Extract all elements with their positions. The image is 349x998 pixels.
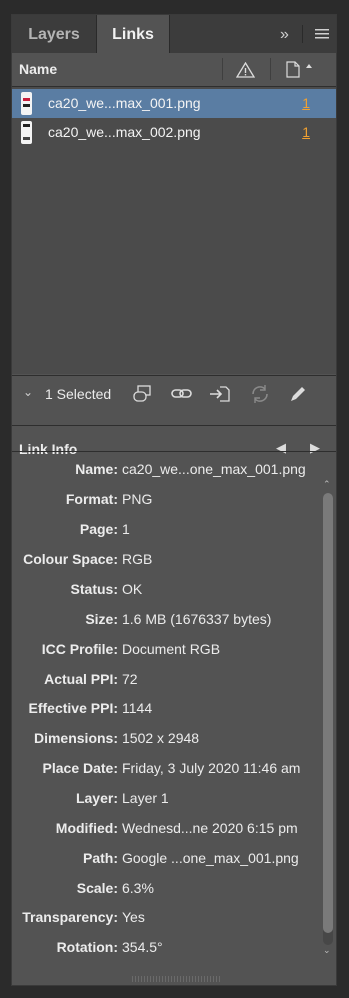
info-row-colour-space: Colour Space: RGB — [12, 551, 322, 571]
info-value: RGB — [122, 551, 153, 567]
update-link-icon[interactable] — [248, 383, 272, 405]
info-row-size: Size: 1.6 MB (1676337 bytes) — [12, 611, 322, 631]
info-value: Friday, 3 July 2020 11:46 am — [122, 760, 301, 776]
info-row-actual-ppi: Actual PPI: 72 — [12, 671, 322, 691]
info-value: Document RGB — [122, 641, 221, 657]
info-row-name: Name: ca20_we...one_max_001.png — [12, 461, 322, 481]
info-value[interactable]: Google ...one_max_001.png — [122, 850, 299, 866]
edit-original-icon[interactable] — [286, 383, 310, 405]
link-thumbnail — [21, 92, 32, 115]
info-label: Rotation: — [56, 939, 118, 955]
selection-toolbar: ⌄ 1 Selected — [12, 375, 336, 412]
info-label: Name: — [75, 461, 118, 477]
info-row-effective-ppi: Effective PPI: 1144 — [12, 700, 322, 720]
scroll-up-icon[interactable]: ⌃ — [323, 479, 331, 490]
info-row-dimensions: Dimensions: 1502 x 2948 — [12, 730, 322, 750]
links-list: ca20_we...max_001.png 1 ca20_we...max_00… — [12, 87, 336, 374]
link-row[interactable]: ca20_we...max_002.png 1 — [12, 118, 336, 147]
tab-links[interactable]: Links — [96, 15, 170, 54]
info-label: Format: — [65, 491, 118, 507]
scroll-down-icon[interactable]: ⌄ — [323, 945, 331, 956]
info-label: Actual PPI: — [44, 671, 118, 687]
tab-layers[interactable]: Layers — [12, 15, 96, 53]
link-page-number[interactable]: 1 — [302, 124, 310, 140]
info-row-format: Format: PNG — [12, 491, 322, 511]
info-row-layer: Layer: Layer 1 — [12, 790, 322, 810]
info-label: Path: — [83, 850, 118, 866]
info-row-rotation: Rotation: 354.5° — [12, 939, 322, 959]
sort-ascending-icon — [306, 64, 312, 68]
info-label: Dimensions: — [33, 730, 118, 746]
info-label: Scale: — [76, 880, 118, 896]
info-row-place-date: Place Date: Friday, 3 July 2020 11:46 am — [12, 760, 322, 780]
info-row-modified: Modified: Wednesd...ne 2020 6:15 pm — [12, 820, 322, 840]
info-value: 1.6 MB (1676337 bytes) — [122, 611, 272, 627]
info-value: ca20_we...one_max_001.png — [122, 461, 306, 477]
links-panel: Layers Links » Name ca20_we...max_001.pn… — [11, 14, 337, 986]
warning-icon[interactable] — [236, 62, 255, 78]
info-row-path: Path: Google ...one_max_001.png — [12, 850, 322, 870]
info-row-scale: Scale: 6.3% — [12, 880, 322, 900]
info-label: Transparency: — [22, 909, 118, 925]
info-value: PNG — [122, 491, 153, 507]
chevron-double-right-icon[interactable]: » — [280, 26, 289, 44]
info-row-status: Status: OK — [12, 581, 322, 601]
info-label: Page: — [79, 521, 118, 537]
info-value: Wednesd...ne 2020 6:15 pm — [122, 820, 298, 836]
chevron-down-icon[interactable]: ⌄ — [23, 385, 33, 399]
link-info-header: Link Info ◀ ▶ — [12, 425, 336, 457]
link-filename: ca20_we...max_002.png — [48, 124, 201, 140]
info-label: Place Date: — [42, 760, 118, 776]
hamburger-menu-icon[interactable] — [315, 28, 329, 40]
link-page-number[interactable]: 1 — [302, 95, 310, 111]
relink-from-cc-icon[interactable] — [132, 383, 156, 405]
info-row-page: Page: 1 — [12, 521, 322, 541]
info-value: 1502 x 2948 — [122, 730, 200, 746]
info-label: Effective PPI: — [28, 700, 118, 716]
go-to-link-icon[interactable] — [208, 383, 232, 405]
info-label: ICC Profile: — [41, 641, 118, 657]
link-info-body: Name: ca20_we...one_max_001.png Format: … — [12, 451, 336, 976]
info-row-transparency: Transparency: Yes — [12, 909, 322, 929]
selected-count: 1 Selected — [45, 386, 112, 402]
info-value: 6.3% — [122, 880, 154, 896]
column-header: Name — [12, 53, 336, 87]
link-info-scrollbar[interactable]: ⌃ ⌄ — [320, 479, 336, 959]
info-value: 1144 — [122, 700, 153, 716]
scroll-thumb[interactable] — [323, 493, 333, 933]
info-label: Status: — [70, 581, 118, 597]
info-label: Size: — [85, 611, 118, 627]
divider — [302, 25, 303, 43]
info-value: 1 — [122, 521, 130, 537]
info-label: Modified: — [55, 820, 118, 836]
info-label: Layer: — [75, 790, 118, 806]
info-row-icc-profile: ICC Profile: Document RGB — [12, 641, 322, 661]
column-separator — [270, 58, 271, 80]
info-label: Colour Space: — [23, 551, 118, 567]
page-icon[interactable] — [286, 61, 316, 79]
info-value: Yes — [122, 909, 145, 925]
column-separator — [222, 58, 223, 80]
panel-tab-bar: Layers Links » — [12, 15, 336, 54]
link-row[interactable]: ca20_we...max_001.png 1 — [12, 89, 336, 118]
column-name-header[interactable]: Name — [19, 61, 57, 77]
resize-grip[interactable] — [132, 976, 220, 982]
relink-icon[interactable] — [170, 383, 194, 405]
info-value: OK — [122, 581, 143, 597]
link-thumbnail — [21, 121, 32, 144]
info-value: Layer 1 — [122, 790, 169, 806]
info-value: 72 — [122, 671, 138, 687]
link-filename: ca20_we...max_001.png — [48, 95, 201, 111]
info-value: 354.5° — [122, 939, 163, 955]
